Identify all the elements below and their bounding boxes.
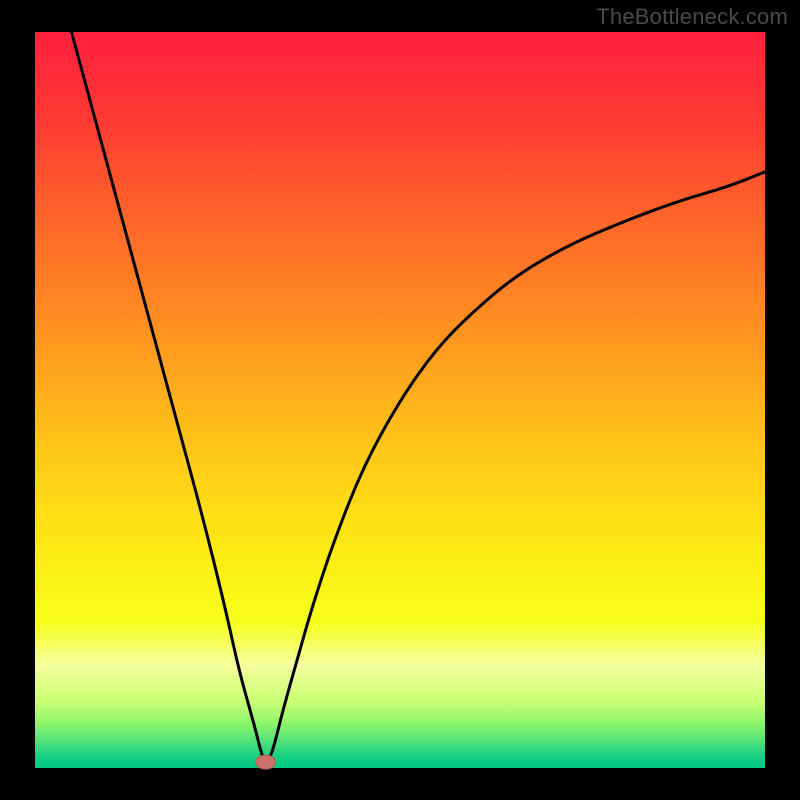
bottleneck-chart	[0, 0, 800, 800]
optimal-point-marker	[256, 755, 276, 769]
chart-frame: TheBottleneck.com	[0, 0, 800, 800]
watermark-text: TheBottleneck.com	[596, 4, 788, 30]
